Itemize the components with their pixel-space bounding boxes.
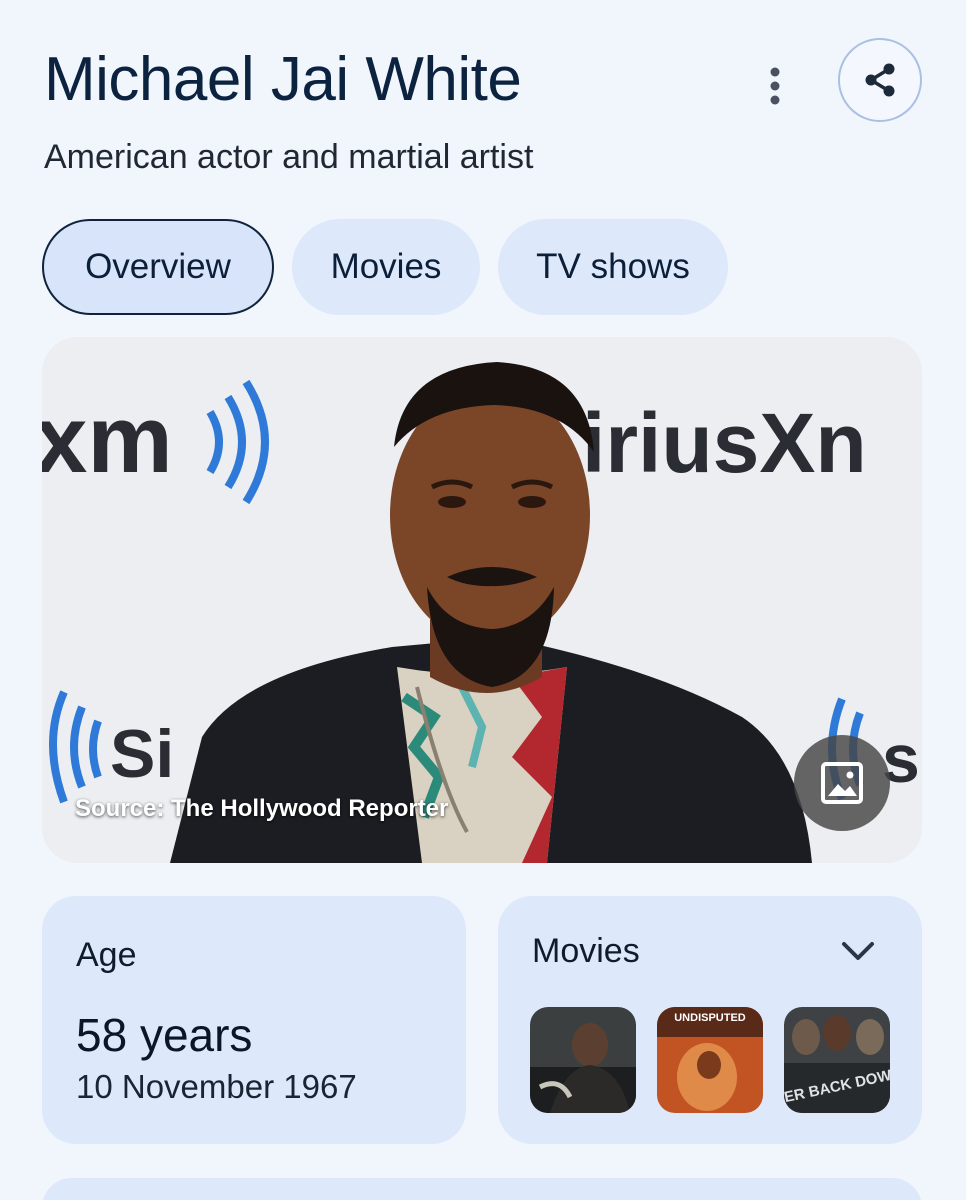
poster-2-title: UNDISPUTED — [674, 1012, 746, 1024]
movie-poster-3[interactable]: NEVER BACK DOWN — [784, 1007, 890, 1113]
page-title: Michael Jai White — [44, 45, 522, 114]
chevron-down-icon[interactable] — [838, 936, 878, 966]
movie-poster-2[interactable]: UNDISPUTED — [657, 1007, 763, 1113]
view-images-button[interactable] — [794, 735, 890, 831]
age-label: Age — [76, 936, 137, 974]
birth-date: 10 November 1967 — [76, 1068, 357, 1105]
image-source-caption[interactable]: Source: The Hollywood Reporter — [75, 795, 448, 823]
image-icon — [821, 762, 863, 804]
backdrop-text-siriusxm: iriusXn — [582, 396, 867, 490]
share-icon — [865, 63, 895, 97]
movie-poster-2-image: UNDISPUTED — [657, 1007, 763, 1113]
tab-bar: Overview Movies TV shows — [42, 219, 728, 315]
movie-poster-3-image: NEVER BACK DOWN — [784, 1007, 890, 1113]
hero-image[interactable]: xm iriusXn Si s Source: The Hollywood Re… — [42, 337, 922, 863]
movie-poster-1-image — [530, 1007, 636, 1113]
person-photo: xm iriusXn Si s — [42, 337, 922, 863]
tab-tv-shows[interactable]: TV shows — [498, 219, 728, 315]
tab-overview[interactable]: Overview — [42, 219, 274, 315]
knowledge-panel: Michael Jai White American actor and mar… — [0, 0, 966, 1200]
tab-movies[interactable]: Movies — [292, 219, 480, 315]
more-vert-icon — [770, 67, 780, 105]
backdrop-text-si: Si — [110, 716, 174, 792]
backdrop-text-xm: xm — [42, 386, 173, 493]
age-card[interactable]: Age 58 years 10 November 1967 — [42, 896, 466, 1144]
age-value: 58 years — [76, 1009, 253, 1061]
more-options-button[interactable] — [750, 58, 800, 114]
movies-label: Movies — [532, 932, 640, 970]
share-button[interactable] — [838, 38, 922, 122]
page-subtitle: American actor and martial artist — [44, 138, 534, 176]
movie-poster-1[interactable] — [530, 1007, 636, 1113]
next-card[interactable] — [42, 1178, 922, 1200]
movies-card[interactable]: Movies UNDISPUTED NEVER BACK DOWN — [498, 896, 922, 1144]
